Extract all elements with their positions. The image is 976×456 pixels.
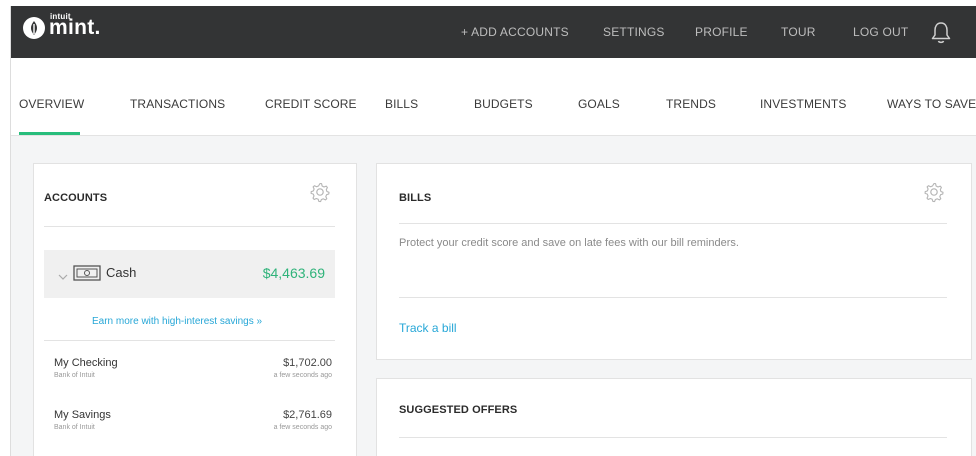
account-institution: Bank of Intuit xyxy=(54,424,95,431)
bills-message: Protect your credit score and save on la… xyxy=(399,237,739,249)
account-name: My Checking xyxy=(54,357,118,369)
top-bar: intuit mint. + ADD ACCOUNTS SETTINGS PRO… xyxy=(11,6,976,58)
tab-overview[interactable]: OVERVIEW xyxy=(19,97,84,111)
cash-bill-icon xyxy=(73,264,101,287)
bills-title: BILLS xyxy=(399,192,432,204)
account-balance: $1,702.00 xyxy=(283,357,332,369)
chevron-down-icon[interactable] xyxy=(58,268,68,286)
bills-body-divider xyxy=(399,297,947,298)
add-accounts-link[interactable]: + ADD ACCOUNTS xyxy=(461,25,569,39)
accounts-gear-icon[interactable] xyxy=(309,181,331,208)
active-tab-indicator xyxy=(19,132,80,135)
mint-window: intuit mint. + ADD ACCOUNTS SETTINGS PRO… xyxy=(10,6,976,456)
accounts-card: ACCOUNTS Cash $4,463.69 Earn more with h… xyxy=(33,163,357,456)
bills-header-divider xyxy=(399,223,947,224)
tab-ways-to-save[interactable]: WAYS TO SAVE xyxy=(887,97,976,111)
account-name: My Savings xyxy=(54,409,111,421)
tour-link[interactable]: TOUR xyxy=(781,25,816,39)
logout-link[interactable]: LOG OUT xyxy=(853,25,908,39)
settings-link[interactable]: SETTINGS xyxy=(603,25,665,39)
accounts-header-divider xyxy=(44,226,335,227)
cash-label: Cash xyxy=(106,265,137,280)
tab-investments[interactable]: INVESTMENTS xyxy=(760,97,846,111)
savings-promo-link[interactable]: Earn more with high-interest savings » xyxy=(92,316,262,327)
offers-header-divider xyxy=(399,437,947,438)
account-balance: $2,761.69 xyxy=(283,409,332,421)
tab-bills[interactable]: BILLS xyxy=(385,97,418,111)
suggested-offers-card: SUGGESTED OFFERS xyxy=(376,378,972,456)
top-nav: + ADD ACCOUNTS SETTINGS PROFILE TOUR LOG… xyxy=(11,6,976,58)
tab-credit-score[interactable]: CREDIT SCORE xyxy=(265,97,357,111)
cash-account-group[interactable]: Cash $4,463.69 xyxy=(44,250,335,298)
profile-link[interactable]: PROFILE xyxy=(695,25,748,39)
section-nav: OVERVIEW TRANSACTIONS CREDIT SCORE BILLS… xyxy=(11,58,976,136)
account-updated: a few seconds ago xyxy=(273,372,332,379)
accounts-title: ACCOUNTS xyxy=(44,192,108,204)
tab-trends[interactable]: TRENDS xyxy=(666,97,716,111)
tab-transactions[interactable]: TRANSACTIONS xyxy=(130,97,225,111)
track-bill-link[interactable]: Track a bill xyxy=(399,321,457,335)
cash-amount: $4,463.69 xyxy=(262,265,325,281)
bills-card: BILLS Protect your credit score and save… xyxy=(376,163,972,360)
tab-budgets[interactable]: BUDGETS xyxy=(474,97,533,111)
account-institution: Bank of Intuit xyxy=(54,372,95,379)
promo-divider xyxy=(44,340,335,341)
bell-icon[interactable] xyxy=(930,21,952,50)
offers-title: SUGGESTED OFFERS xyxy=(399,404,518,416)
tab-goals[interactable]: GOALS xyxy=(578,97,620,111)
account-updated: a few seconds ago xyxy=(273,424,332,431)
bills-gear-icon[interactable] xyxy=(923,181,945,208)
